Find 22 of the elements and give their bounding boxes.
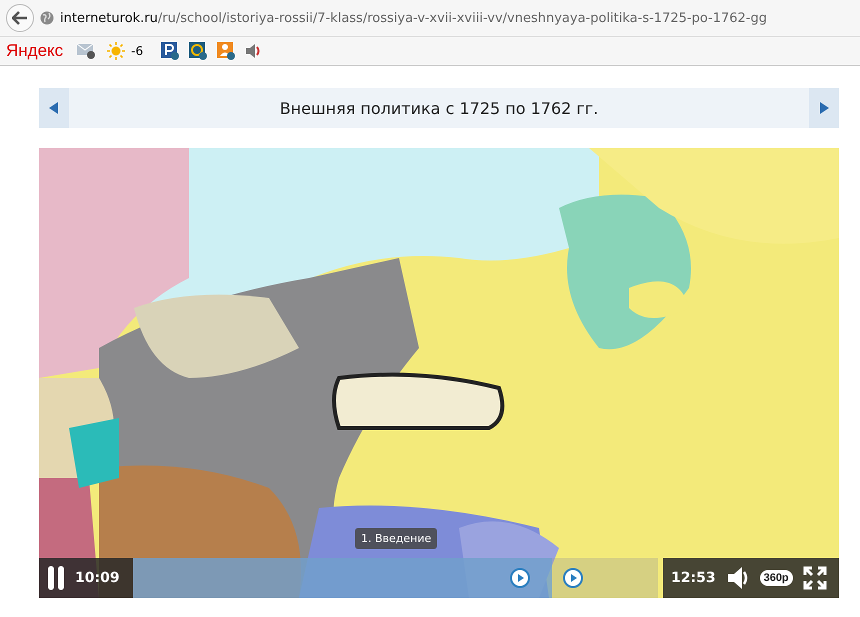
pause-icon [47,566,65,590]
lesson-title: Внешняя политика с 1725 по 1762 гг. [278,98,600,118]
chapter-tooltip: 1. Введение [355,528,438,549]
quality-button[interactable]: 360p [760,570,793,586]
mail-icon[interactable] [77,43,98,59]
fullscreen-icon[interactable] [802,566,827,590]
back-arrow-icon [12,11,28,25]
next-button[interactable] [809,88,839,128]
left-triangle-icon [49,102,59,114]
right-triangle-icon [819,102,829,114]
elapsed-time: 10:09 [75,570,120,586]
volume-icon[interactable] [726,566,750,590]
coin-icon[interactable] [189,42,208,60]
previous-button[interactable] [39,88,69,128]
globe-icon [40,11,54,25]
parking-icon[interactable] [161,42,180,60]
back-button[interactable] [6,4,34,32]
weather-temperature: -6 [131,44,144,58]
pause-button[interactable] [47,566,65,590]
duration-time: 12:53 [671,570,716,586]
yandex-logo[interactable]: Яндекс [6,41,64,61]
person-icon[interactable] [217,42,236,60]
